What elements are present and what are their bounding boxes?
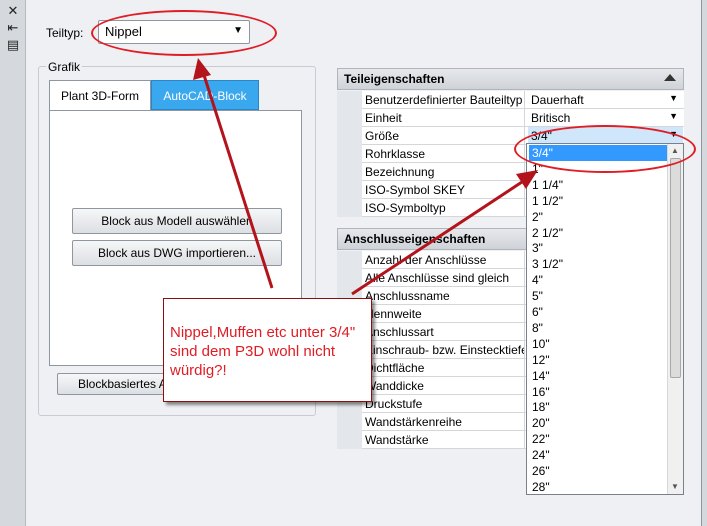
dropdown-item[interactable]: 4" (529, 272, 667, 288)
dropdown-item[interactable]: 10" (529, 336, 667, 352)
property-name: Bezeichnung (362, 163, 525, 181)
property-name: Nennweite (362, 305, 525, 323)
teileigenschaften-title: Teileigenschaften (344, 72, 445, 86)
property-name: Anzahl der Anschlüsse (362, 251, 525, 269)
scroll-down-icon[interactable]: ▼ (671, 482, 679, 491)
tab-plant-3d-form[interactable]: Plant 3D-Form (49, 80, 151, 110)
dropdown-item[interactable]: 24" (529, 447, 667, 463)
dropdown-scrollbar[interactable]: ▲ ▼ (667, 144, 683, 494)
anschlusseigenschaften-title: Anschlusseigenschaften (344, 232, 486, 246)
property-name: Wanddicke (362, 377, 525, 395)
dropdown-item[interactable]: 20" (529, 415, 667, 431)
property-name: Einheit (362, 109, 525, 127)
property-value-select[interactable]: Dauerhaft ▼ (528, 91, 683, 109)
dropdown-item[interactable]: 28" (529, 479, 667, 495)
dropdown-item[interactable]: 3" (529, 240, 667, 256)
dropdown-item[interactable]: 26" (529, 463, 667, 479)
property-name: Rohrklasse (362, 145, 525, 163)
dropdown-item[interactable]: 1 1/2" (529, 193, 667, 209)
close-icon[interactable]: ✕ (5, 4, 21, 18)
property-name: Dichtfläche (362, 359, 525, 377)
property-name: Einschraub- bzw. Einstecktiefe (362, 341, 525, 359)
collapse-icon[interactable] (664, 74, 676, 81)
panel-edge (702, 0, 707, 526)
dropdown-item[interactable]: 3 1/2" (529, 256, 667, 272)
tab-autocad-block[interactable]: AutoCAD-Block (151, 80, 259, 110)
annotation-note: Nippel,Muffen etc unter 3/4" sind dem P3… (163, 298, 372, 402)
side-strip: ✕ ⇤ ▤ (0, 0, 26, 526)
scrollbar-thumb[interactable] (670, 158, 681, 378)
property-name: Größe (362, 127, 525, 145)
dropdown-item[interactable]: 6" (529, 304, 667, 320)
dropdown-item[interactable]: 14" (529, 368, 667, 384)
property-name: Anschlussart (362, 323, 525, 341)
chevron-down-icon: ▼ (669, 111, 678, 121)
property-name: Anschlussname (362, 287, 525, 305)
property-name: Wandstärke (362, 431, 525, 449)
annotation-oval-size (514, 125, 696, 173)
dropdown-item[interactable]: 2" (529, 209, 667, 225)
property-row[interactable]: Einheit Britisch ▼ (362, 109, 684, 127)
properties-icon[interactable]: ▤ (5, 38, 21, 52)
dropdown-item[interactable]: 12" (529, 352, 667, 368)
chevron-down-icon: ▼ (669, 93, 678, 103)
block-aus-modell-button[interactable]: Block aus Modell auswählen (72, 208, 282, 234)
annotation-oval-teiltyp (91, 10, 277, 56)
property-name: Benutzerdefinierter Bauteiltyp (362, 91, 525, 109)
grafik-label: Grafik (46, 60, 83, 74)
teileigenschaften-header[interactable]: Teileigenschaften (337, 68, 684, 90)
dropdown-item[interactable]: 16" (529, 384, 667, 400)
teiltyp-label: Teiltyp: (46, 26, 84, 40)
autohide-icon[interactable]: ⇤ (5, 21, 21, 35)
property-row[interactable]: Benutzerdefinierter Bauteiltyp Dauerhaft… (362, 91, 684, 109)
dropdown-item[interactable]: 2 1/2" (529, 225, 667, 241)
block-aus-dwg-button[interactable]: Block aus DWG importieren... (72, 240, 282, 266)
dropdown-item[interactable]: 8" (529, 320, 667, 336)
property-name: ISO-Symboltyp (362, 199, 525, 217)
size-dropdown-list[interactable]: 3/4" 1" 1 1/4" 1 1/2" 2" 2 1/2" 3" 3 1/2" 4" 5" 6"… (526, 143, 684, 495)
property-name: ISO-Symbol SKEY (362, 181, 525, 199)
property-name: Druckstufe (362, 395, 525, 413)
dropdown-item[interactable]: 18" (529, 399, 667, 415)
property-name: Wandstärkenreihe (362, 413, 525, 431)
dropdown-item[interactable]: 1 1/4" (529, 177, 667, 193)
dropdown-item[interactable]: 5" (529, 288, 667, 304)
property-name: Alle Anschlüsse sind gleich (362, 269, 525, 287)
dropdown-item[interactable]: 22" (529, 431, 667, 447)
